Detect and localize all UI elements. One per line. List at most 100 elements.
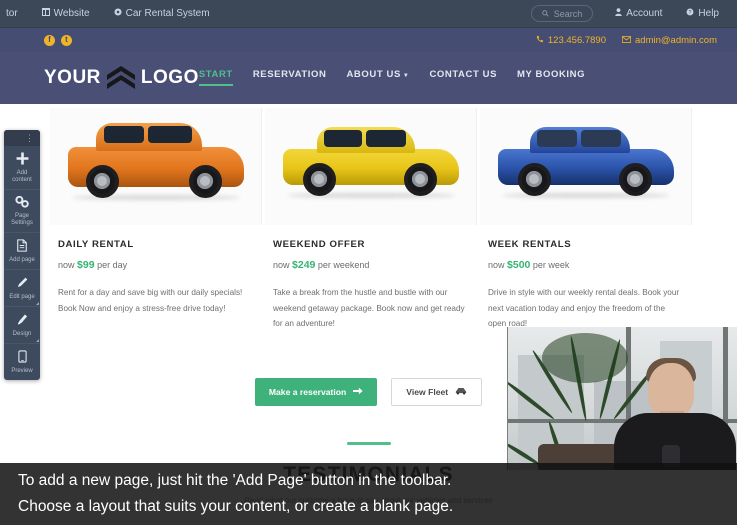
offer-card-week-rentals[interactable]: WEEK RENTALS now $500 per week Drive in … — [480, 108, 692, 336]
contact-strip: f t 123.456.7890 admin@admin.com — [0, 28, 737, 52]
toolbar-add-content-label: Add content — [12, 170, 32, 183]
editor-toolbar: ⋮ Add content Page Settings Add page Edi… — [4, 130, 40, 380]
nav-label: RESERVATION — [252, 68, 327, 80]
phone-link[interactable]: 123.456.7890 — [536, 35, 606, 46]
arrow-right-icon — [353, 387, 363, 397]
toolbar-add-content[interactable]: Add content — [4, 146, 40, 190]
window-icon — [41, 8, 50, 19]
user-icon — [615, 8, 623, 19]
help-label: Help — [698, 8, 719, 19]
email-address: admin@admin.com — [635, 34, 717, 46]
price-prefix: now — [488, 260, 505, 270]
car-illustration-sedan-blue — [497, 126, 674, 198]
document-icon — [6, 239, 38, 255]
account-label: Account — [626, 8, 663, 19]
offer-card-daily-rental[interactable]: DAILY RENTAL now $99 per day Rent for a … — [50, 108, 262, 336]
social-links: f t — [20, 34, 72, 46]
card-image-week-rentals — [480, 108, 692, 225]
screenshot-root: tor Website Car Rental System Search Acc… — [0, 0, 737, 525]
price-value: $500 — [507, 259, 531, 271]
offer-card-weekend-offer[interactable]: WEEKEND OFFER now $249 per weekend Take … — [265, 108, 477, 336]
price-suffix: per week — [532, 260, 570, 270]
card-body-daily-rental: DAILY RENTAL now $99 per day Rent for a … — [50, 225, 262, 320]
car-icon — [455, 387, 467, 397]
toolbar-preview[interactable]: Preview — [4, 344, 40, 380]
logo-chevron-icon — [106, 64, 136, 92]
search-input[interactable]: Search — [530, 5, 594, 22]
email-link[interactable]: admin@admin.com — [621, 34, 717, 46]
toolbar-design[interactable]: Design — [4, 307, 40, 344]
card-price: now $500 per week — [488, 259, 684, 271]
card-title: WEEKEND OFFER — [273, 239, 366, 250]
main-nav: START RESERVATION ABOUT US ▼ CONTACT US M… — [198, 69, 720, 88]
make-reservation-button[interactable]: Make a reservation — [254, 377, 378, 406]
price-value: $249 — [292, 259, 316, 271]
contact-info: 123.456.7890 admin@admin.com — [536, 35, 717, 46]
plant-foliage — [542, 333, 628, 383]
price-prefix: now — [58, 260, 75, 270]
toolbar-preview-label: Preview — [11, 368, 33, 374]
admin-item-label: Website — [53, 8, 90, 19]
card-title: WEEK RENTALS — [488, 239, 572, 250]
nav-item-start[interactable]: START — [198, 69, 233, 88]
nav-item-about-us[interactable]: ABOUT US ▼ — [346, 69, 409, 88]
price-prefix: now — [273, 260, 290, 270]
account-button[interactable]: Account — [603, 0, 674, 28]
chevron-down-icon: ▼ — [402, 72, 410, 79]
admin-item-editor[interactable]: tor — [0, 0, 30, 28]
toolbar-drag-handle[interactable]: ⋮ — [4, 130, 40, 146]
site-logo[interactable]: YOUR LOGO — [44, 64, 199, 92]
card-image-daily-rental — [50, 108, 262, 225]
plus-icon — [6, 152, 38, 168]
nav-label: MY BOOKING — [517, 68, 586, 80]
toolbar-design-label: Design — [12, 331, 32, 337]
admin-bar-right: Search Account ? Help — [530, 0, 737, 28]
toolbar-page-settings[interactable]: Page Settings — [4, 190, 40, 233]
webcam-overlay — [507, 327, 737, 470]
admin-bar-left: tor Website Car Rental System — [0, 0, 222, 28]
gear-icon — [114, 8, 122, 19]
caption-line-1: To add a new page, just hit the 'Add Pag… — [18, 472, 452, 489]
svg-text:?: ? — [689, 10, 692, 16]
nav-item-reservation[interactable]: RESERVATION — [253, 69, 327, 88]
admin-item-website[interactable]: Website — [30, 0, 102, 28]
card-price: now $99 per day — [58, 259, 254, 271]
site-header: YOUR LOGO START RESERVATION ABOUT US ▼ CO… — [0, 52, 737, 104]
search-placeholder: Search — [553, 8, 583, 19]
price-suffix: per day — [97, 260, 128, 270]
admin-item-car-rental-system[interactable]: Car Rental System — [102, 0, 222, 28]
view-fleet-label: View Fleet — [406, 386, 449, 397]
section-divider — [346, 441, 391, 445]
envelope-icon — [621, 35, 632, 46]
nav-label: ABOUT US — [346, 68, 401, 80]
kebab-icon: ⋮ — [25, 132, 35, 143]
price-suffix: per weekend — [317, 260, 370, 270]
card-description: Drive in style with our weekly rental de… — [488, 288, 680, 328]
card-body-week-rentals: WEEK RENTALS now $500 per week Drive in … — [480, 225, 692, 336]
logo-text-first: YOUR — [44, 67, 101, 88]
help-button[interactable]: ? Help — [674, 0, 731, 28]
view-fleet-button[interactable]: View Fleet — [391, 377, 483, 406]
facebook-icon[interactable]: f — [44, 34, 55, 46]
pencil-icon — [6, 276, 38, 292]
logo-text-second: LOGO — [140, 67, 199, 88]
nav-item-contact-us[interactable]: CONTACT US — [429, 69, 497, 88]
gear-icon — [6, 195, 38, 211]
card-description: Take a break from the hustle and bustle … — [273, 288, 465, 328]
toolbar-edit-page[interactable]: Edit page — [4, 270, 40, 307]
toolbar-page-settings-label: Page Settings — [11, 213, 33, 226]
nav-item-my-booking[interactable]: MY BOOKING — [517, 69, 585, 88]
card-description: Rent for a day and save big with our dai… — [58, 288, 243, 313]
caption-overlay: To add a new page, just hit the 'Add Pag… — [0, 463, 737, 525]
card-title: DAILY RENTAL — [58, 239, 134, 250]
toolbar-add-page[interactable]: Add page — [4, 233, 40, 270]
search-icon — [542, 9, 549, 19]
brush-icon — [6, 313, 38, 329]
twitter-icon[interactable]: t — [61, 34, 72, 46]
toolbar-add-page-label: Add page — [9, 257, 35, 263]
admin-bar: tor Website Car Rental System Search Acc… — [0, 0, 737, 28]
car-illustration-sedan-yellow — [282, 126, 459, 198]
caption-line-2: Choose a layout that suits your content,… — [18, 498, 454, 515]
price-value: $99 — [77, 259, 95, 271]
car-illustration-suv — [67, 122, 244, 200]
